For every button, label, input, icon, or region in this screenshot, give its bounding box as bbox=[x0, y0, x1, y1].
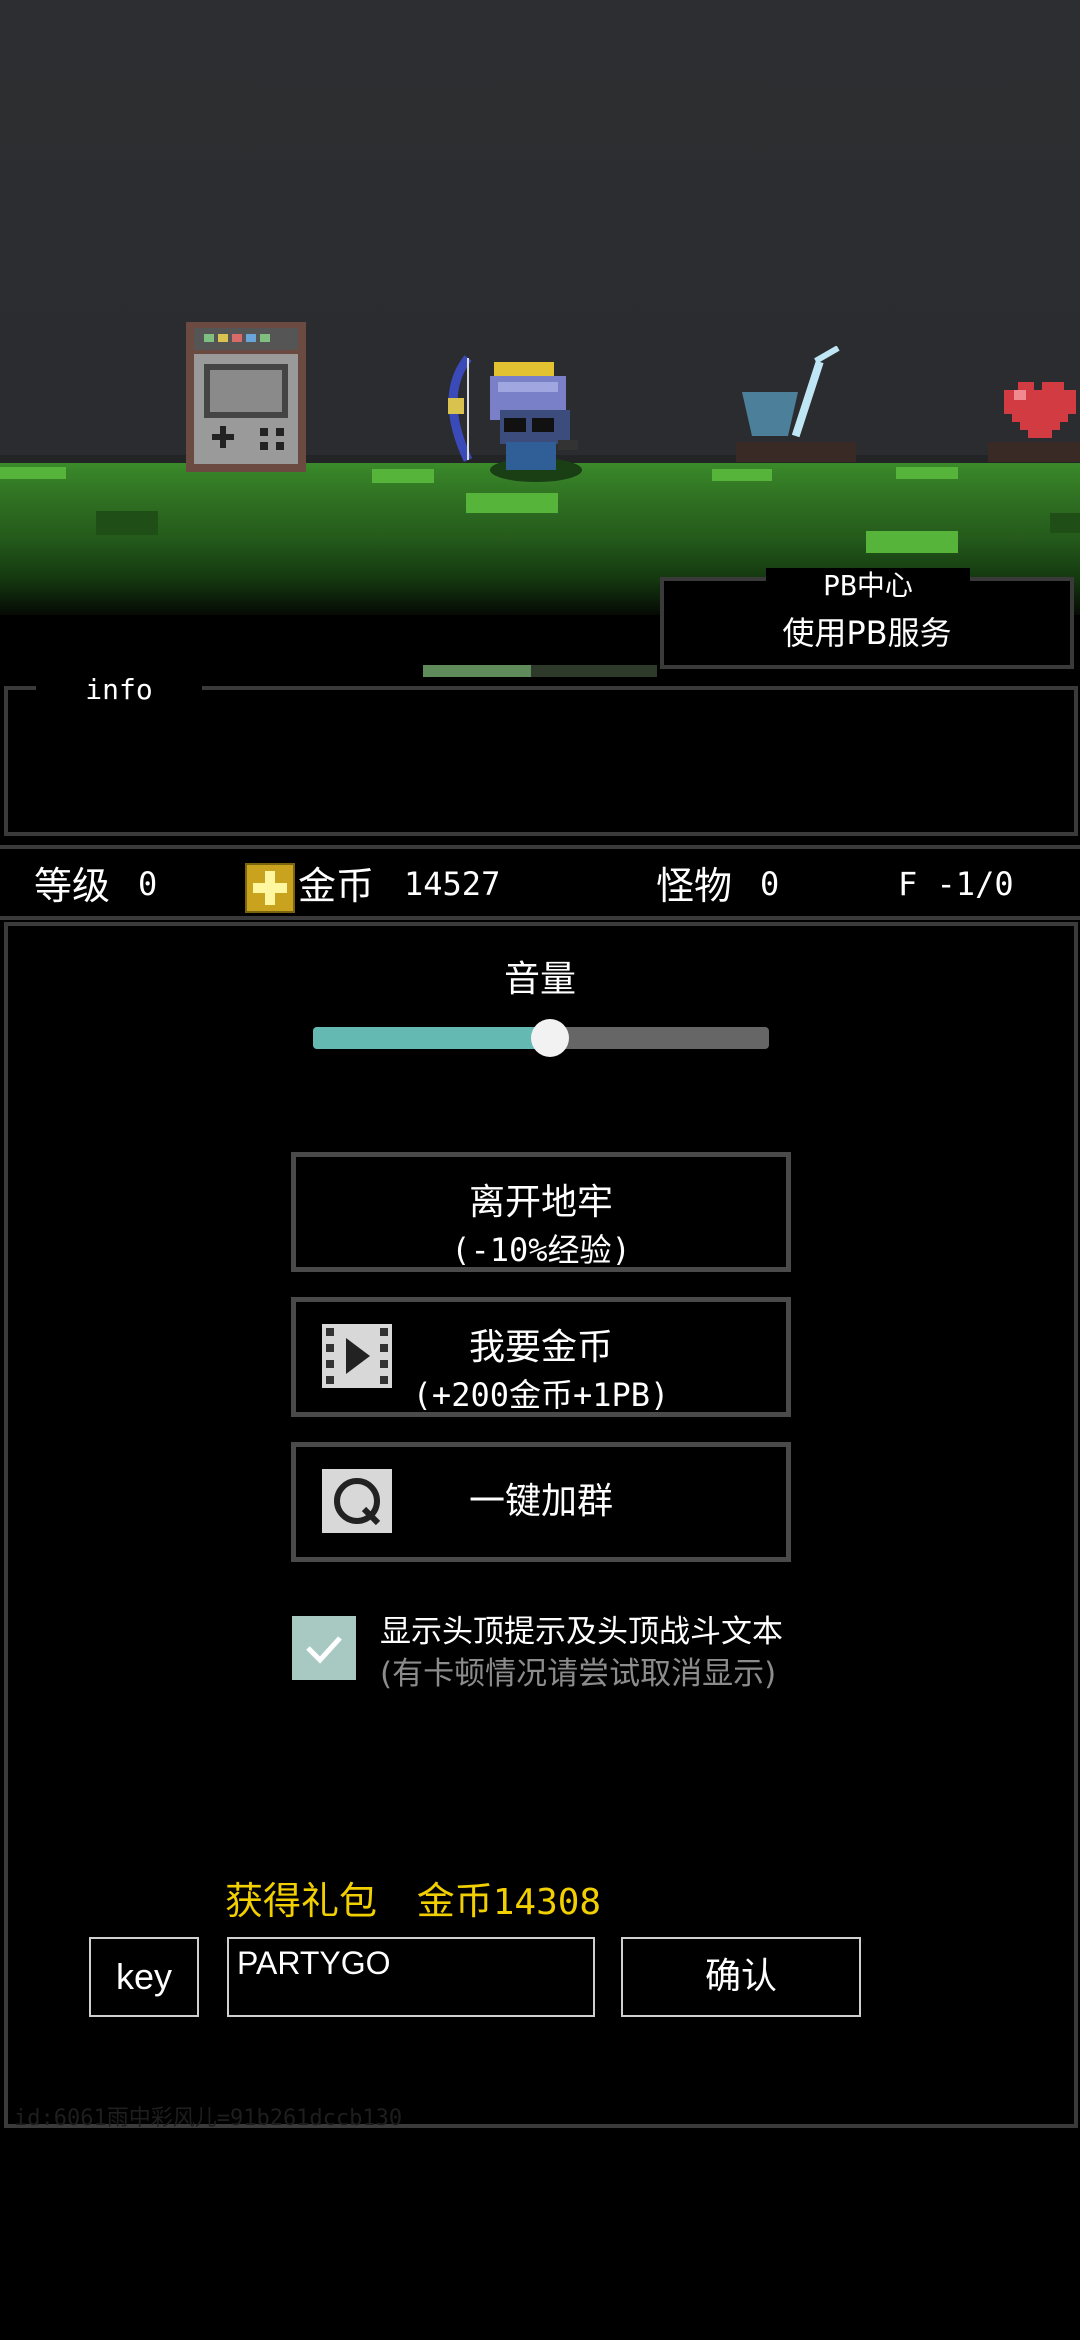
pb-center-title: PB中心 bbox=[766, 568, 970, 604]
gift-label: 获得礼包 bbox=[225, 1879, 378, 1923]
join-group-button[interactable]: 一键加群 bbox=[291, 1442, 791, 1562]
sword-pedestal[interactable] bbox=[736, 346, 860, 464]
redeem-code-input[interactable]: PARTYGO bbox=[227, 1937, 595, 2017]
monster-value: 0 bbox=[760, 865, 780, 903]
heart-pedestal[interactable] bbox=[988, 376, 1080, 464]
checkbox-hint: (有卡顿情况请尝试取消显示) bbox=[380, 1656, 777, 1692]
key-label: key bbox=[89, 1937, 199, 2017]
get-gold-button[interactable]: 我要金币 (+200金币+1PB) bbox=[291, 1297, 791, 1417]
volume-slider[interactable] bbox=[313, 1019, 769, 1057]
show-overhead-text-checkbox[interactable] bbox=[292, 1616, 356, 1680]
gold-label: 金币 bbox=[298, 864, 375, 908]
gift-coin-value: 14308 bbox=[492, 1882, 602, 1923]
level-label: 等级 bbox=[34, 864, 111, 908]
leave-dungeon-penalty: (-10%经验) bbox=[451, 1231, 631, 1269]
leave-dungeon-label: 离开地牢 bbox=[468, 1182, 613, 1223]
checkbox-label: 显示头顶提示及头顶战斗文本 bbox=[380, 1614, 783, 1650]
volume-slider-thumb[interactable] bbox=[531, 1019, 570, 1057]
game-scene bbox=[0, 0, 1080, 615]
level-value: 0 bbox=[138, 865, 158, 903]
handheld-console-prop[interactable] bbox=[186, 322, 306, 472]
checkmark-icon bbox=[306, 1636, 342, 1664]
gift-result: 获得礼包 金币14308 bbox=[225, 1870, 601, 1925]
pb-center-subtitle: 使用PB服务 bbox=[782, 614, 952, 652]
gold-value: 14527 bbox=[404, 865, 501, 903]
volume-label: 音量 bbox=[503, 959, 576, 1000]
plus-coin-icon[interactable] bbox=[245, 863, 295, 913]
join-group-label: 一键加群 bbox=[468, 1481, 613, 1522]
qq-icon bbox=[322, 1469, 392, 1533]
monster-label: 怪物 bbox=[656, 864, 733, 908]
gift-coin-label: 金币 bbox=[416, 1879, 493, 1923]
experience-progress-bar bbox=[423, 665, 657, 677]
volume-slider-fill bbox=[313, 1027, 551, 1049]
player-character bbox=[448, 355, 582, 482]
floor-indicator: F -1/0 bbox=[898, 865, 1014, 903]
player-id-text: id:6061雨中彩风儿=91b261dccb130 bbox=[14, 2106, 403, 2131]
stats-bar: 等级 0 金币 14527 怪物 0 F -1/0 bbox=[0, 845, 1080, 920]
leave-dungeon-button[interactable]: 离开地牢 (-10%经验) bbox=[291, 1152, 791, 1272]
confirm-button[interactable]: 确认 bbox=[621, 1937, 861, 2017]
get-gold-label: 我要金币 bbox=[468, 1327, 613, 1368]
video-play-icon bbox=[322, 1324, 392, 1388]
experience-progress-fill bbox=[423, 665, 531, 677]
info-panel-title: info bbox=[36, 670, 202, 710]
